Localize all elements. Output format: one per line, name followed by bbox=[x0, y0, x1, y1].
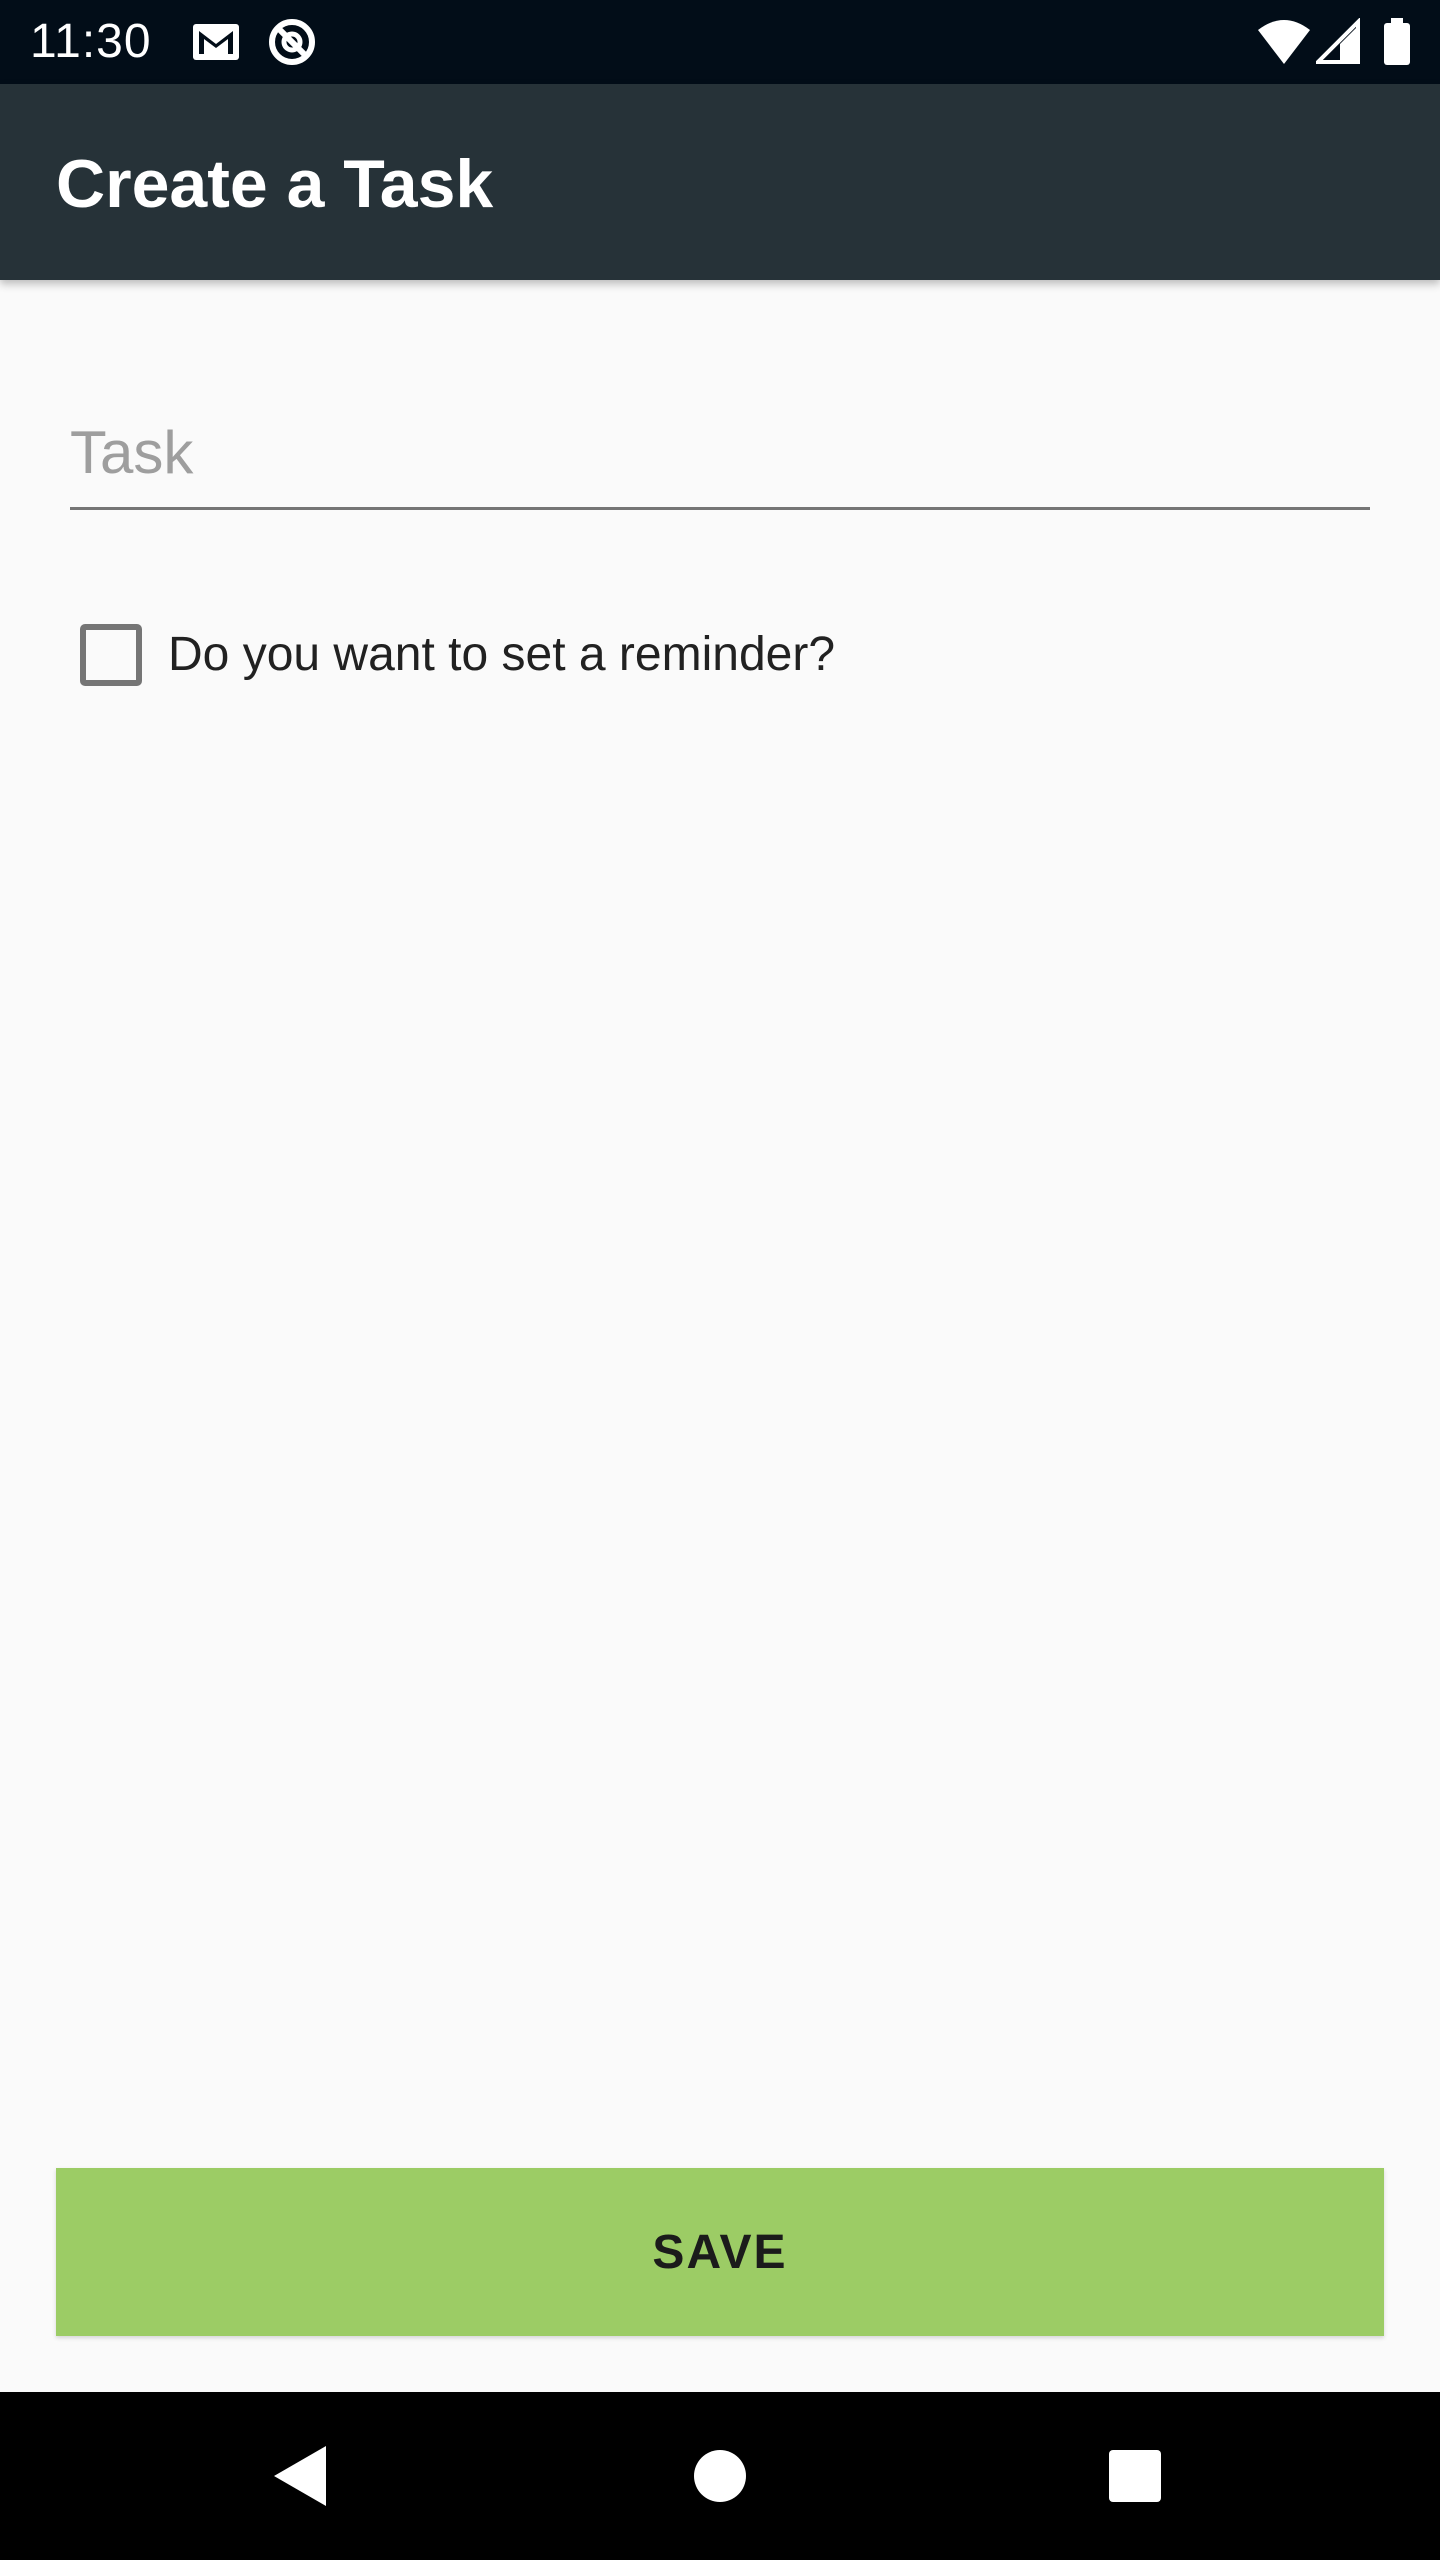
wifi-icon bbox=[1258, 20, 1310, 64]
save-button[interactable]: SAVE bbox=[56, 2168, 1384, 2336]
app-bar: Create a Task bbox=[0, 84, 1440, 280]
reminder-checkbox-row[interactable]: Do you want to set a reminder? bbox=[64, 600, 1064, 710]
status-bar: 11:30 bbox=[0, 0, 1440, 84]
navigation-bar bbox=[0, 2392, 1440, 2560]
page-title: Create a Task bbox=[56, 146, 494, 222]
recents-icon bbox=[1109, 2450, 1161, 2502]
cell-signal-icon bbox=[1316, 18, 1360, 64]
gmail-icon bbox=[193, 24, 239, 60]
home-icon bbox=[694, 2450, 746, 2502]
task-input[interactable] bbox=[70, 400, 1370, 510]
status-time: 11:30 bbox=[30, 15, 152, 68]
back-button[interactable] bbox=[250, 2426, 350, 2526]
back-icon bbox=[274, 2446, 326, 2506]
reminder-checkbox-label: Do you want to set a reminder? bbox=[168, 628, 836, 681]
battery-icon bbox=[1384, 18, 1410, 65]
recents-button[interactable] bbox=[1085, 2426, 1185, 2526]
reminder-checkbox[interactable] bbox=[80, 624, 142, 686]
sync-blocked-icon bbox=[269, 19, 315, 65]
home-button[interactable] bbox=[670, 2426, 770, 2526]
